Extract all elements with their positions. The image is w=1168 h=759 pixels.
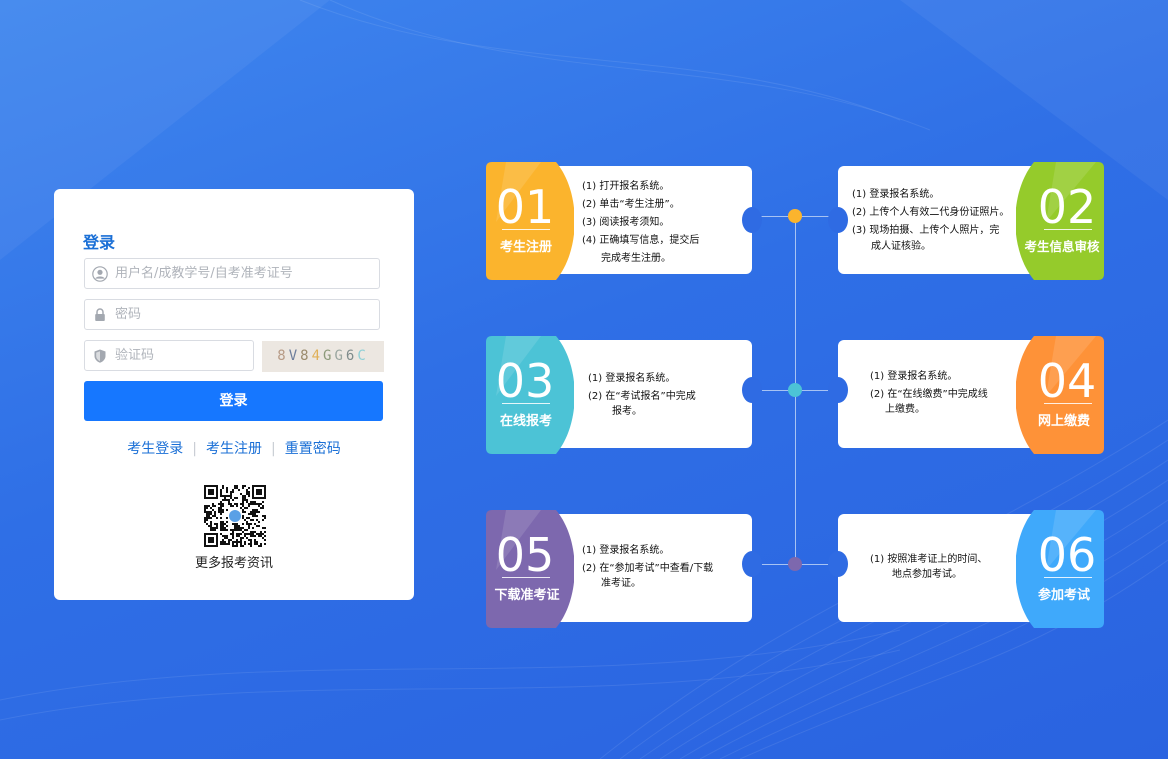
step-line: (2) 单击“考生注册”。 <box>582 199 680 210</box>
step-number: 06 <box>1037 528 1097 582</box>
step-description: (1) 登录报名系统。 (2) 在“参加考试”中查看/下载 准考证。 <box>582 542 713 589</box>
captcha-char: 6 <box>345 348 358 364</box>
step-number: 03 <box>495 354 555 408</box>
step-line: (1) 打开报名系统。 <box>582 181 670 192</box>
step-line: (2) 在“考试报名”中完成 <box>588 391 696 402</box>
captcha-char: 4 <box>311 348 323 364</box>
student-login-link[interactable]: 考生登录 <box>127 441 183 457</box>
step-badge-04: 04 网上缴费 <box>1016 336 1104 454</box>
step-label: 参加考试 <box>1037 588 1090 603</box>
link-divider: | <box>192 441 197 457</box>
reset-password-link[interactable]: 重置密码 <box>285 441 341 457</box>
step-description: (1) 登录报名系统。 (2) 上传个人有效二代身份证照片。 (3) 现场拍摄、… <box>852 186 1009 253</box>
step-line: (1) 按照准考证上的时间、 <box>870 554 988 565</box>
step-label: 网上缴费 <box>1037 414 1090 429</box>
step-line: (2) 在“参加考试”中查看/下载 <box>582 563 714 574</box>
step-line: (4) 正确填写信息，提交后 <box>582 235 700 246</box>
step-underline <box>1044 403 1092 404</box>
step-line: (2) 上传个人有效二代身份证照片。 <box>852 207 1010 218</box>
login-card: 登录 8V84GG6C 登录 考生登录|考生注册|重置密码 更多报考资讯 <box>54 189 414 600</box>
username-field[interactable] <box>84 258 380 289</box>
step-line: (1) 登录报名系统。 <box>588 373 676 384</box>
step-line: 成人证核验。 <box>871 241 931 252</box>
user-icon <box>92 266 108 282</box>
step-underline <box>502 403 550 404</box>
step-label: 在线报考 <box>499 414 552 429</box>
step-description: (1) 按照准考证上的时间、 地点参加考试。 <box>870 551 987 580</box>
step-badge-02: 02 考生信息审核 <box>1016 162 1104 280</box>
step-line: (1) 登录报名系统。 <box>582 545 670 556</box>
shield-icon <box>94 349 106 363</box>
step-number: 04 <box>1037 354 1097 408</box>
step-underline <box>502 229 550 230</box>
captcha-image[interactable]: 8V84GG6C <box>262 341 384 372</box>
step-label: 考生注册 <box>499 240 552 255</box>
step-number: 02 <box>1037 180 1097 234</box>
step-description: (1) 登录报名系统。 (2) 在“在线缴费”中完成线 上缴费。 <box>870 368 988 415</box>
student-register-link[interactable]: 考生注册 <box>206 441 262 457</box>
step-underline <box>1044 577 1092 578</box>
card-notch <box>828 377 848 403</box>
password-input[interactable] <box>115 300 365 329</box>
card-notch <box>742 377 762 403</box>
step-description: (1) 登录报名系统。 (2) 在“考试报名”中完成 报考。 <box>588 370 696 418</box>
captcha-field[interactable] <box>84 340 254 371</box>
step-line: 完成考生注册。 <box>601 253 671 264</box>
captcha-char: 8 <box>277 348 289 364</box>
step-line: 地点参加考试。 <box>892 569 962 580</box>
captcha-char: V <box>288 348 301 364</box>
step-line: 上缴费。 <box>885 404 925 415</box>
login-links: 考生登录 | 考生注册 | 重置密码 <box>54 438 414 458</box>
link-divider: | <box>271 441 276 457</box>
timeline-dot <box>788 209 802 223</box>
qr-caption: 更多报考资讯 <box>194 556 273 571</box>
step-underline <box>1044 229 1092 230</box>
step-line: (3) 现场拍摄、上传个人照片，完 <box>852 225 1000 236</box>
card-notch <box>742 207 762 233</box>
login-title: 登录 <box>83 233 116 252</box>
step-line: (3) 阅读报考须知。 <box>582 217 670 228</box>
step-line: (2) 在“在线缴费”中完成线 <box>870 389 988 400</box>
step-number: 05 <box>495 528 555 582</box>
captcha-char: C <box>357 348 369 364</box>
step-underline <box>502 577 550 578</box>
card-notch <box>828 207 848 233</box>
lock-icon <box>95 308 105 321</box>
step-line: (1) 登录报名系统。 <box>852 189 940 200</box>
step-line: 报考。 <box>612 406 642 417</box>
step-badge-05: 05 下载准考证 <box>486 510 574 628</box>
card-notch <box>828 551 848 577</box>
step-line: (1) 登录报名系统。 <box>870 371 958 382</box>
login-button[interactable]: 登录 <box>84 381 383 421</box>
step-number: 01 <box>495 180 555 234</box>
captcha-char: 8 <box>300 348 312 364</box>
username-input[interactable] <box>115 259 365 288</box>
step-label: 考生信息审核 <box>1024 239 1100 254</box>
step-label: 下载准考证 <box>494 588 560 603</box>
timeline-dot <box>788 383 802 397</box>
timeline-dot <box>788 557 802 571</box>
card-notch <box>742 551 762 577</box>
step-description: (1) 打开报名系统。 (2) 单击“考生注册”。 (3) 阅读报考须知。 (4… <box>582 178 699 268</box>
step-badge-03: 03 在线报考 <box>486 336 574 454</box>
step-badge-01: 01 考生注册 <box>486 162 574 280</box>
qr-code <box>204 485 266 547</box>
captcha-input[interactable] <box>115 341 245 370</box>
password-field[interactable] <box>84 299 380 330</box>
captcha-char: G <box>323 348 335 364</box>
step-badge-06: 06 参加考试 <box>1016 510 1104 628</box>
captcha-char: G <box>334 348 346 364</box>
step-line: 准考证。 <box>601 578 641 589</box>
